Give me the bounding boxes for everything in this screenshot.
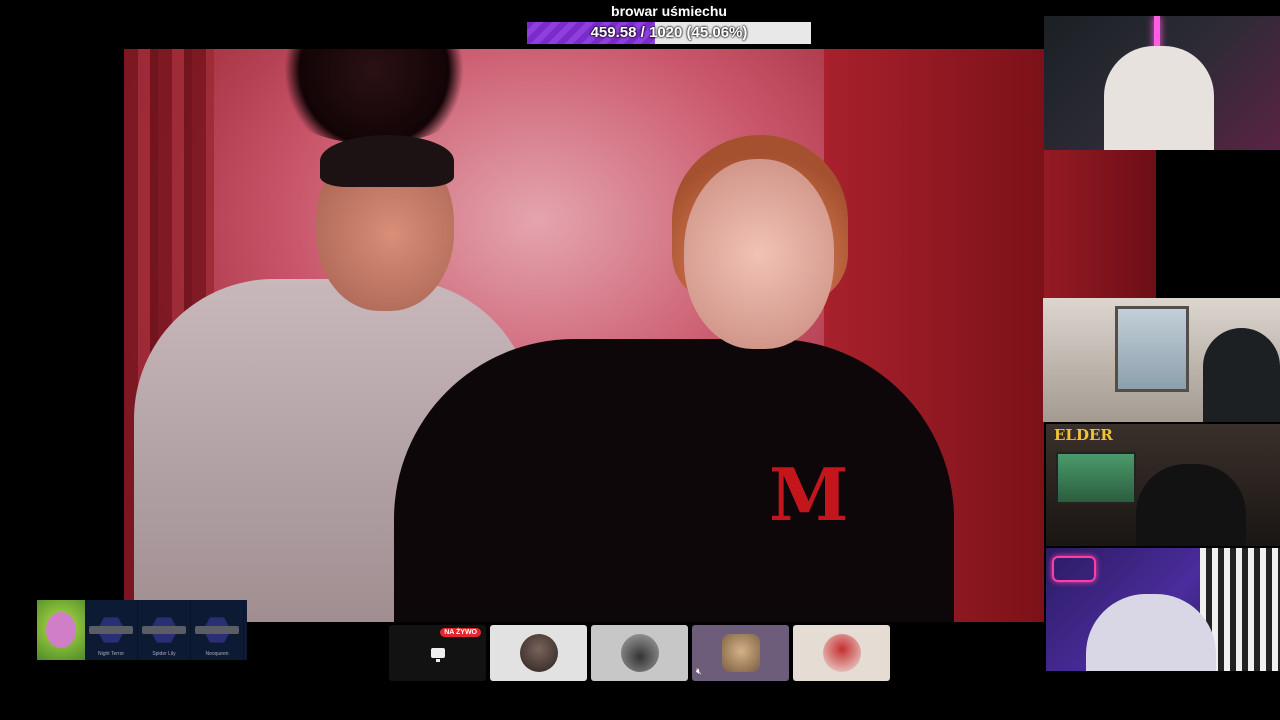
video-edge-strip [1044,150,1156,298]
rifle-icon [195,626,239,634]
participants-bar: NA ŻYWO 🔇︎ [389,625,893,683]
wreath-decoration [274,49,474,144]
live-badge: NA ŻYWO [440,628,481,637]
skin-name: Night Terror [97,651,125,657]
skin-item: Spider Lily [138,600,191,660]
elder-logo: ELDER [1054,426,1113,444]
webcam-1[interactable] [1044,16,1280,150]
goal-progress-text: 459.58 / 1020 (45.06%) [590,24,748,41]
hoodie-logo: M [769,452,849,537]
streamer [1104,46,1214,150]
room-window [1115,306,1189,392]
participant-tile[interactable]: 🔇︎ [692,625,789,681]
skin-item: Night Terror [85,600,138,660]
streamer [1136,464,1246,546]
avatar [721,634,760,672]
mic-muted-icon: 🔇︎ [696,666,702,676]
aquarium [1056,452,1136,504]
live-stream-tile[interactable]: NA ŻYWO [389,625,486,681]
streamer [1203,328,1280,422]
skin-name: Neoqueen [205,651,229,657]
webcam-3[interactable]: ELDER [1046,424,1280,546]
woman-hoodie [394,339,954,622]
webcam-2[interactable] [1043,298,1280,422]
monitor-icon [430,648,445,662]
main-video[interactable]: M [124,49,1044,622]
participant-tile[interactable] [793,625,890,681]
webcam-4[interactable] [1046,548,1280,671]
man-hair [320,135,454,187]
rifle-icon [89,626,133,634]
goal-progress-bar: 459.58 / 1020 (45.06%) [527,22,811,44]
neon-sign [1052,556,1096,582]
avatar [822,634,861,672]
skin-avatar [37,600,85,660]
skin-item: Neoqueen [191,600,244,660]
skin-name: Spider Lily [152,651,176,657]
rifle-icon [142,626,186,634]
participant-tile[interactable] [490,625,587,681]
goal-title: browar uśmiechu [611,3,727,19]
skins-panel: Night Terror Spider Lily Neoqueen [37,600,247,660]
streamer [1086,594,1216,671]
woman-head [684,159,834,349]
avatar [620,634,659,672]
avatar-face [46,612,76,648]
participant-tile[interactable] [591,625,688,681]
avatar [519,634,558,672]
